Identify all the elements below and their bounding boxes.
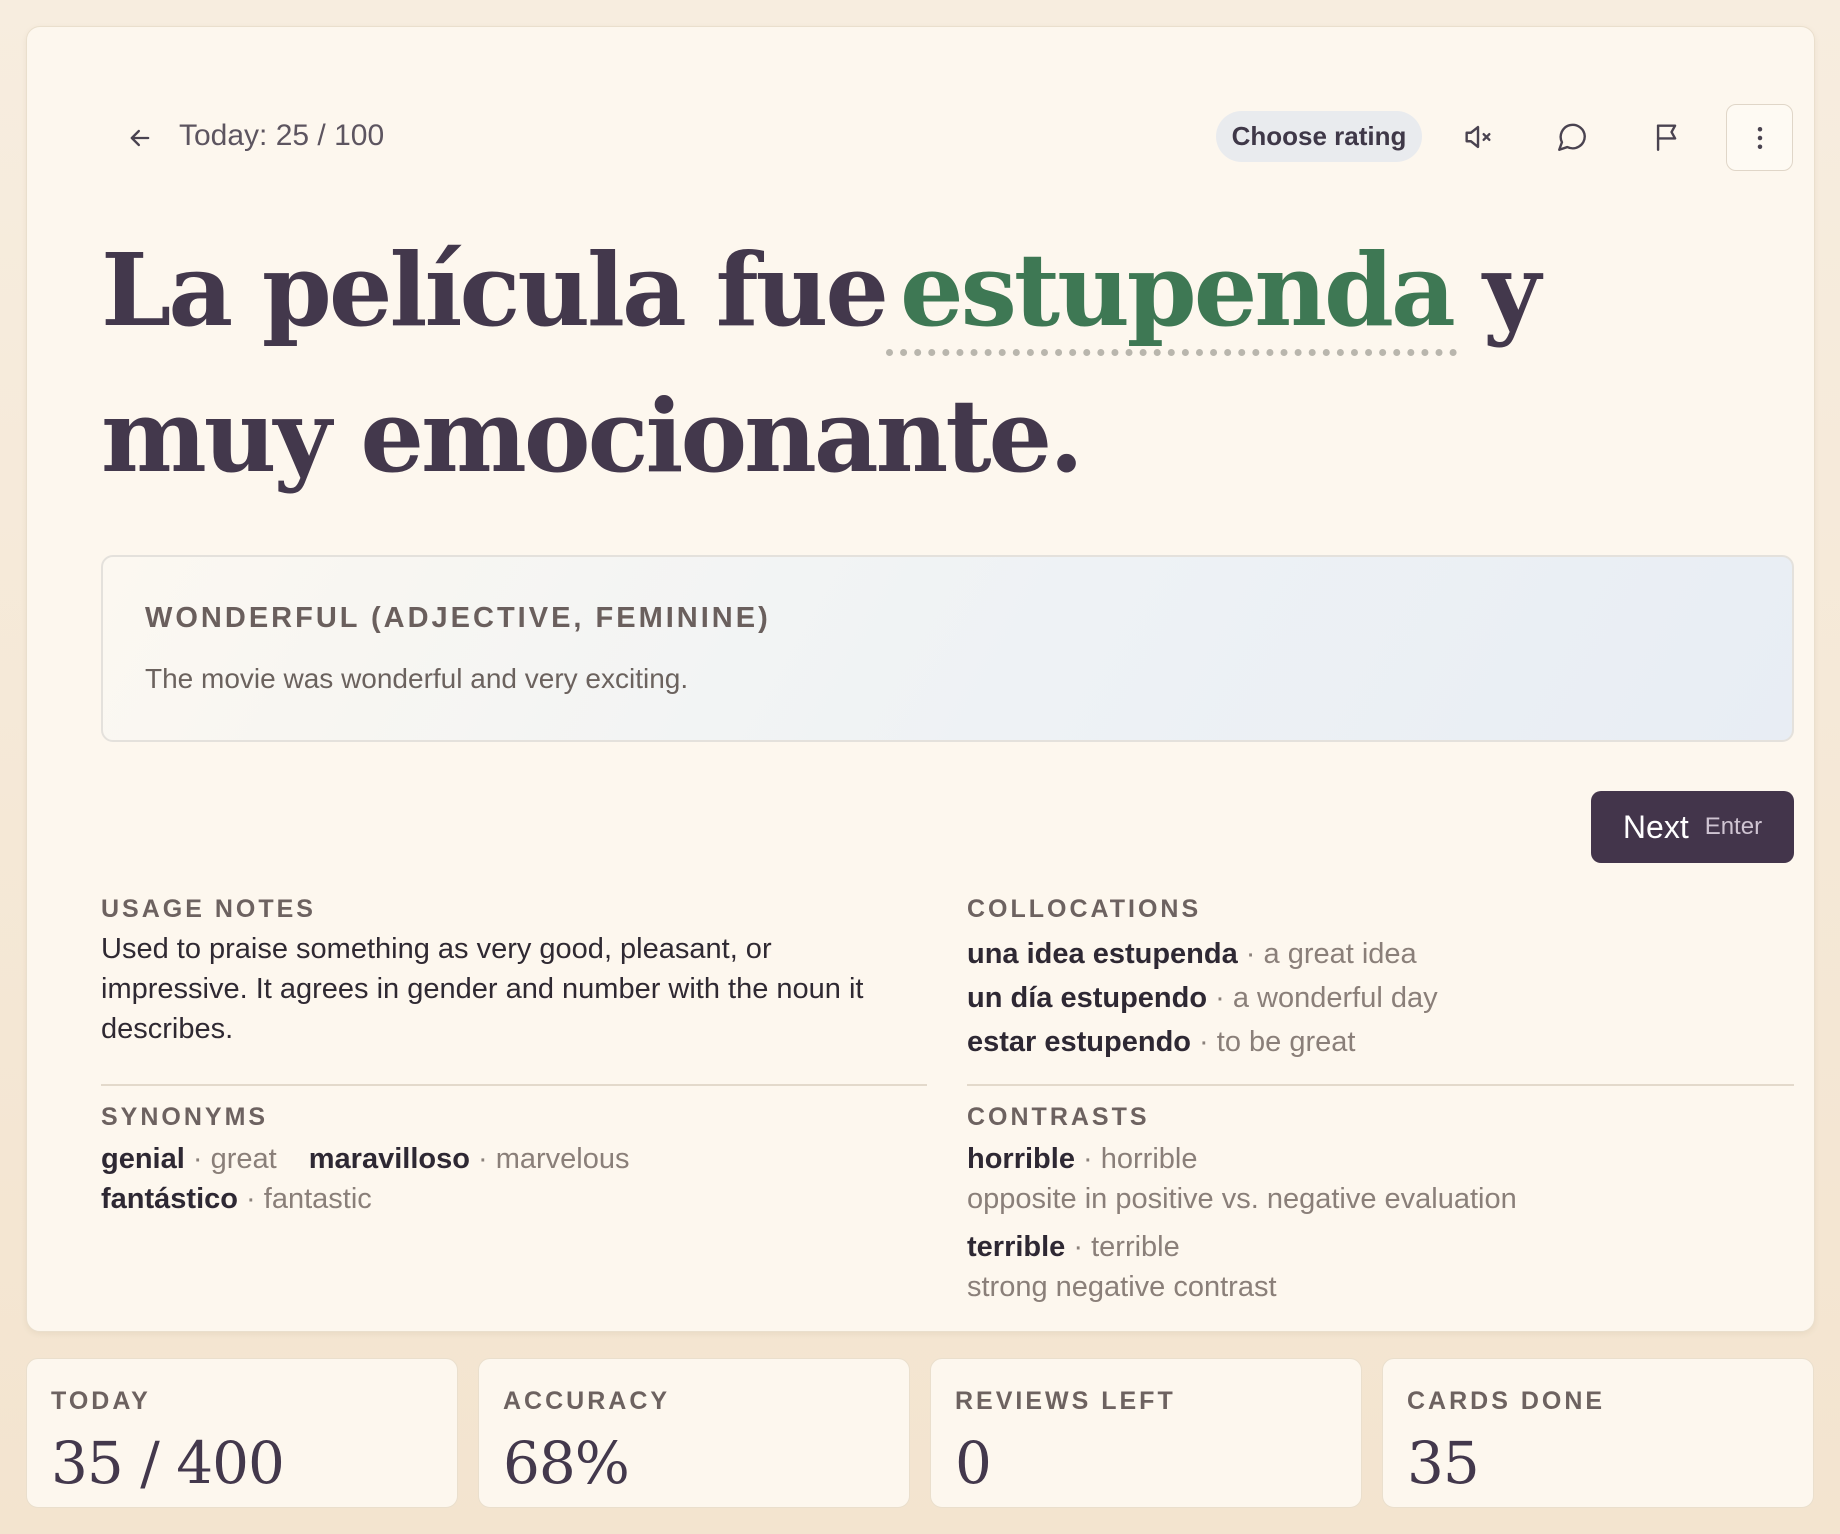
next-label: Next [1622,808,1689,845]
divider [101,1084,927,1086]
contrast-note: opposite in positive vs. negative evalua… [967,1183,1517,1215]
synonym-term: maravilloso [308,1143,470,1175]
comment-button[interactable] [1544,111,1600,163]
meaning-panel: WONDERFUL (ADJECTIVE, FEMININE) The movi… [101,555,1794,742]
collocations-heading: COLLOCATIONS [967,895,1202,923]
daily-progress-text: Today: 25 / 100 [179,119,385,152]
arrow-left-icon [130,129,150,147]
sentence-before: La película fue [101,231,889,349]
list-item: fantástico · fantastic [101,1183,372,1215]
collocation-gloss: a wonderful day [1232,982,1438,1014]
list-item: maravilloso · marvelous [308,1143,630,1175]
synonyms-list: genial · great maravilloso · marvelous f… [101,1139,921,1219]
mute-button[interactable] [1450,111,1506,163]
mute-icon [1465,125,1491,149]
stat-label: CARDS DONE [1407,1387,1606,1415]
enter-shortcut-hint: Enter [1704,813,1763,840]
contrast-gloss: horrible [1100,1143,1198,1175]
collocation-gloss: to be great [1216,1026,1356,1058]
contrast-gloss: terrible [1091,1231,1180,1263]
stat-value: 0 [955,1429,992,1497]
back-button[interactable] [115,115,165,161]
choose-rating-button[interactable]: Choose rating [1216,111,1422,162]
collocation-term: una idea estupenda [967,938,1238,970]
contrast-term: terrible [967,1231,1066,1263]
list-item: terrible · terrible strong negative cont… [967,1227,1517,1307]
target-word[interactable]: estupenda [885,231,1457,356]
synonym-gloss: great [210,1143,277,1175]
synonyms-heading: SYNONYMS [101,1103,269,1131]
stat-value: 35 [1407,1429,1480,1497]
contrast-term: horrible [967,1143,1075,1175]
flashcard: Today: 25 / 100 Choose rating La películ… [26,26,1815,1332]
contrast-note: strong negative contrast [967,1271,1277,1303]
list-item: un día estupendo · a wonderful day [967,982,1438,1014]
flag-button[interactable] [1640,111,1696,163]
contrasts-list: horrible · horrible opposite in positive… [967,1139,1517,1315]
stat-card-accuracy: ACCURACY 68% [478,1358,910,1508]
contrasts-heading: CONTRASTS [967,1103,1150,1131]
stat-label: REVIEWS LEFT [955,1387,1176,1415]
stat-value: 68% [503,1429,630,1497]
stat-card-today: TODAY 35 / 400 [26,1358,458,1508]
example-sentence: La película fue estupenda y muy emocionant… [101,217,1761,509]
list-item: una idea estupenda · a great idea [967,938,1417,970]
next-button[interactable]: Next Enter [1591,791,1794,863]
synonym-gloss: marvelous [495,1143,630,1175]
stat-value: 35 / 400 [51,1429,285,1497]
stat-card-reviews-left: REVIEWS LEFT 0 [930,1358,1362,1508]
sentence-translation: The movie was wonderful and very excitin… [145,663,689,694]
list-item: genial · great [101,1143,277,1175]
stat-card-cards-done: CARDS DONE 35 [1382,1358,1814,1508]
flag-icon [1656,124,1677,151]
usage-notes-text: Used to praise something as very good, p… [101,933,864,1045]
more-vertical-icon [1757,126,1762,149]
stat-label: TODAY [51,1387,151,1415]
collocations-list: una idea estupenda · a great idea un día… [967,932,1438,1064]
chat-icon [1558,123,1586,151]
more-options-button[interactable] [1726,104,1793,171]
stat-label: ACCURACY [503,1387,671,1415]
list-item: estar estupendo · to be great [967,1026,1356,1058]
meaning-title: WONDERFUL (ADJECTIVE, FEMININE) [145,602,771,634]
synonym-term: fantástico [101,1183,238,1215]
collocation-gloss: a great idea [1263,938,1417,970]
synonym-gloss: fantastic [263,1183,372,1215]
list-item: horrible · horrible opposite in positive… [967,1139,1517,1219]
card-toolbar: Today: 25 / 100 Choose rating [27,27,1814,177]
divider [967,1084,1794,1086]
synonym-term: genial [101,1143,185,1175]
usage-notes-heading: USAGE NOTES [101,895,316,923]
collocation-term: estar estupendo [967,1026,1191,1058]
collocation-term: un día estupendo [967,982,1208,1014]
